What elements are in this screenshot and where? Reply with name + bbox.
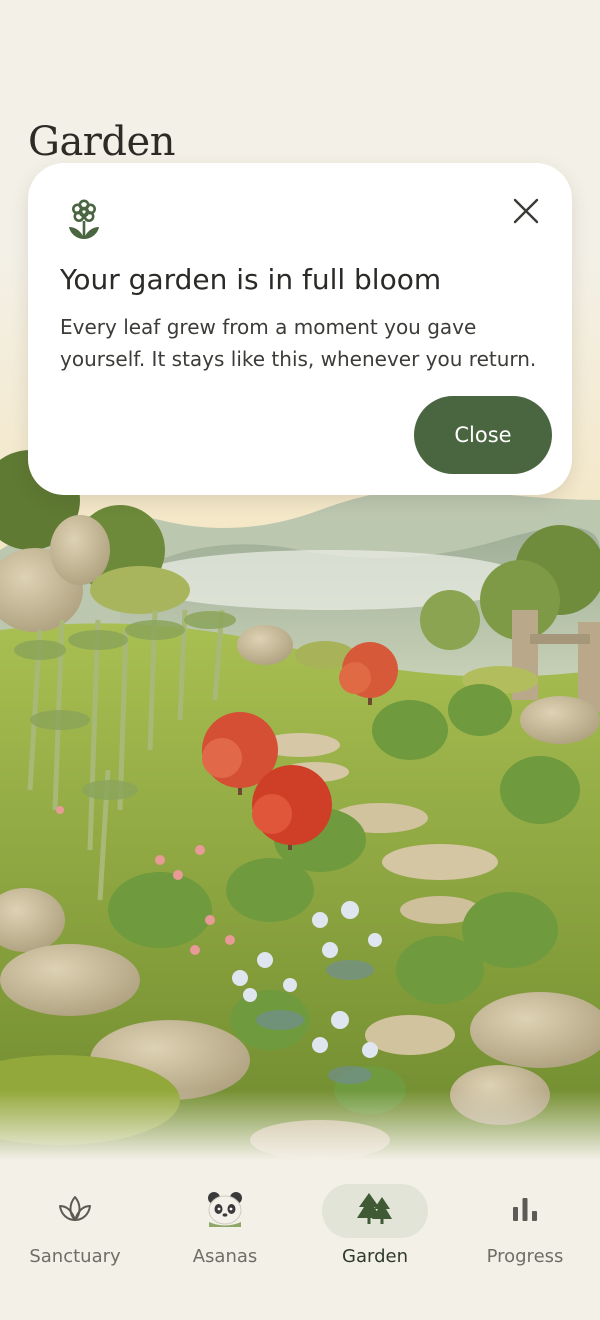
- nav-icon-wrap: [322, 1184, 428, 1238]
- flower-icon: [64, 199, 104, 243]
- nav-item-asanas[interactable]: Asanas: [150, 1184, 300, 1284]
- bloom-modal: Your garden is in full bloom Every leaf …: [28, 163, 572, 495]
- bar-chart-icon: [510, 1195, 540, 1227]
- trees-icon: [355, 1191, 395, 1231]
- lotus-icon: [57, 1194, 93, 1228]
- page-title: Garden: [28, 118, 175, 165]
- nav-icon-wrap: [22, 1184, 128, 1238]
- nav-label: Progress: [486, 1246, 564, 1267]
- nav-label: Sanctuary: [29, 1246, 121, 1267]
- modal-title: Your garden is in full bloom: [60, 263, 442, 296]
- nav-label: Garden: [342, 1246, 408, 1267]
- nav-label: Asanas: [192, 1246, 258, 1267]
- nav-item-progress[interactable]: Progress: [450, 1184, 600, 1284]
- nav-item-sanctuary[interactable]: Sanctuary: [0, 1184, 150, 1284]
- panda-icon: [205, 1189, 245, 1233]
- nav-icon-wrap: [472, 1184, 578, 1238]
- close-button[interactable]: Close: [414, 396, 552, 474]
- close-icon[interactable]: [508, 193, 544, 229]
- modal-body: Every leaf grew from a moment you gave y…: [60, 315, 537, 371]
- nav-item-garden[interactable]: Garden: [300, 1184, 450, 1284]
- bottom-navigation: Sanctuary Asanas Garden Progress: [0, 1160, 600, 1320]
- nav-icon-wrap: [172, 1184, 278, 1238]
